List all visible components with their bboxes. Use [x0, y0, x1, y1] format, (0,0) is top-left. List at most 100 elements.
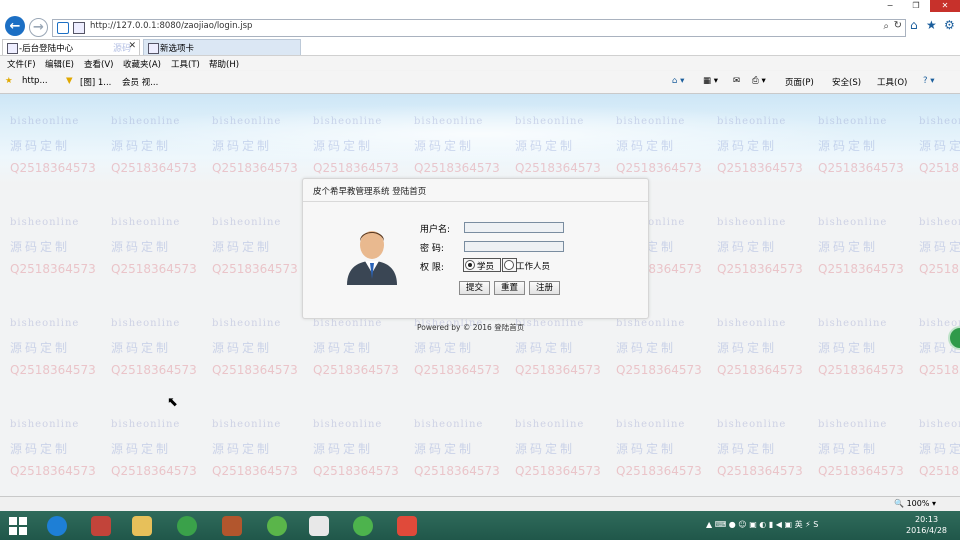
watermark-text: Q2518364573: [515, 363, 601, 377]
menu-file[interactable]: 文件(F): [7, 58, 36, 70]
clock[interactable]: 20:13 2016/4/28: [906, 514, 947, 536]
password-input[interactable]: [464, 241, 564, 252]
menu-help[interactable]: 帮助(H): [209, 58, 239, 70]
menu-favorites[interactable]: 收藏夹(A): [123, 58, 161, 70]
url-text[interactable]: http://127.0.0.1:8080/zaojiao/login.jsp: [90, 21, 252, 31]
watermark-text: Q2518364573: [111, 363, 197, 377]
forward-button[interactable]: →: [29, 18, 48, 37]
arrow-right-icon: →: [33, 20, 44, 35]
watermark-text: 源码定制: [919, 240, 960, 254]
menu-view[interactable]: 查看(V): [84, 58, 113, 70]
watermark-text: Q2518364573: [919, 363, 960, 377]
taskbar-java-icon[interactable]: [302, 514, 336, 538]
tab-bar: -后台登陆中心 ✕ 新选项卡 源码: [0, 38, 960, 56]
watermark-text: bisheonline: [414, 419, 484, 430]
watermark-text: bisheonline: [919, 419, 960, 430]
page-favicon: [148, 43, 159, 54]
reset-button[interactable]: 重置: [494, 281, 525, 295]
system-tray: ▲ ⌨ ● ☺ ▣ ◐ ▮ ◀ ▣ 英 ⚡ S: [706, 520, 819, 529]
watermark-text: bisheonline: [10, 217, 80, 228]
watermark-text: Q2518364573: [10, 363, 96, 377]
maximize-button[interactable]: ❐: [904, 0, 928, 12]
watermark-text: bisheonline: [717, 318, 787, 329]
tray-lang[interactable]: 英: [795, 520, 803, 529]
feeds-icon[interactable]: ▦ ▾: [703, 76, 718, 86]
watermark-text: 源码定制: [616, 341, 677, 355]
favorite-link-2[interactable]: [图] 1...: [80, 76, 111, 88]
favorite-link-1[interactable]: http...: [22, 76, 48, 86]
refresh-icon[interactable]: ↻: [894, 20, 902, 31]
watermark-text: Q2518364573: [818, 363, 904, 377]
taskbar-ie-icon[interactable]: [40, 514, 74, 538]
taskbar-chat-icon[interactable]: [170, 514, 204, 538]
watermark-text: Q2518364573: [111, 262, 197, 276]
submit-button[interactable]: 提交: [459, 281, 490, 295]
browser-address-bar: − ❐ ✕ ← → http://127.0.0.1:8080/zaojiao/…: [0, 0, 960, 38]
login-title: 皮个希早教管理系统 登陆首页: [313, 187, 427, 197]
watermark-text: bisheonline: [818, 217, 888, 228]
watermark-text: Q2518364573: [818, 262, 904, 276]
tab-new[interactable]: 新选项卡: [143, 39, 301, 55]
watermark-text: 源码定制: [717, 341, 778, 355]
favorite-link-3[interactable]: 会员 视...: [122, 76, 158, 88]
role-staff-radio[interactable]: 工作人员: [504, 260, 550, 272]
favorites-star-icon[interactable]: ★: [5, 76, 13, 86]
menu-tools[interactable]: 工具(T): [171, 58, 200, 70]
help-icon[interactable]: ? ▾: [923, 76, 934, 86]
radio-unchecked-icon: [504, 260, 514, 270]
taskbar-book-icon[interactable]: [215, 514, 249, 538]
watermark-text: 源码定制: [818, 442, 879, 456]
watermark-text: bisheonline: [10, 318, 80, 329]
user-avatar-icon: [347, 231, 397, 285]
taskbar-music-icon[interactable]: [260, 514, 294, 538]
username-input[interactable]: [464, 222, 564, 233]
watermark-text: 源码定制: [212, 341, 273, 355]
menu-edit[interactable]: 编辑(E): [45, 58, 74, 70]
favorites-star-icon[interactable]: ★: [926, 18, 937, 32]
watermark-text: 源码: [113, 44, 132, 54]
compat-view-icon[interactable]: [57, 22, 69, 34]
watermark-text: Q2518364573: [919, 464, 960, 478]
page-favicon: [7, 43, 18, 54]
menu-tools-cmd[interactable]: 工具(O): [877, 76, 907, 88]
menu-page[interactable]: 页面(P): [785, 76, 814, 88]
close-window-button[interactable]: ✕: [930, 0, 960, 12]
minimize-button[interactable]: −: [878, 0, 902, 12]
watermark-text: 源码定制: [212, 442, 273, 456]
watermark-text: Q2518364573: [818, 464, 904, 478]
floating-side-icon[interactable]: [948, 326, 960, 350]
watermark-text: Q2518364573: [717, 464, 803, 478]
print-icon[interactable]: ⎙ ▾: [752, 76, 766, 86]
menu-safety[interactable]: 安全(S): [832, 76, 861, 88]
watermark-text: Q2518364573: [212, 363, 298, 377]
favorites-bar: ★ http... ▼ [图] 1... 会员 视... ⌂ ▾ ▦ ▾ ✉ ⎙…: [0, 71, 960, 94]
watermark-text: 源码定制: [111, 341, 172, 355]
watermark-text: Q2518364573: [111, 464, 197, 478]
role-student-radio[interactable]: 学员: [465, 260, 494, 272]
taskbar-bag-icon[interactable]: [390, 514, 424, 538]
watermark-text: 源码定制: [717, 240, 778, 254]
search-icon[interactable]: ⌕: [883, 21, 889, 32]
taskbar-folder-icon[interactable]: [125, 514, 159, 538]
home-icon[interactable]: ⌂: [910, 18, 918, 32]
zoom-level[interactable]: 🔍 100% ▾: [894, 499, 936, 508]
taskbar: ▲ ⌨ ● ☺ ▣ ◐ ▮ ◀ ▣ 英 ⚡ S 20:13 2016/4/28: [0, 511, 960, 540]
register-button[interactable]: 注册: [529, 281, 560, 295]
windows-start-icon[interactable]: [8, 516, 28, 536]
taskbar-app-icon[interactable]: [84, 514, 118, 538]
home-icon[interactable]: ⌂ ▾: [672, 76, 684, 86]
url-field[interactable]: http://127.0.0.1:8080/zaojiao/login.jsp …: [52, 19, 906, 37]
watermark-text: bisheonline: [212, 318, 282, 329]
taskbar-browser-icon[interactable]: [346, 514, 380, 538]
zoom-icon: 🔍: [894, 499, 905, 508]
gear-icon[interactable]: ⚙: [944, 18, 955, 32]
watermark-text: 源码定制: [313, 341, 374, 355]
divider: [303, 201, 648, 202]
mail-icon[interactable]: ✉: [733, 76, 740, 86]
watermark-text: Q2518364573: [616, 464, 702, 478]
watermark-text: bisheonline: [111, 419, 181, 430]
back-button[interactable]: ←: [5, 16, 25, 36]
watermark-text: Q2518364573: [414, 363, 500, 377]
watermark-text: bisheonline: [818, 419, 888, 430]
watermark-text: 源码定制: [10, 240, 71, 254]
